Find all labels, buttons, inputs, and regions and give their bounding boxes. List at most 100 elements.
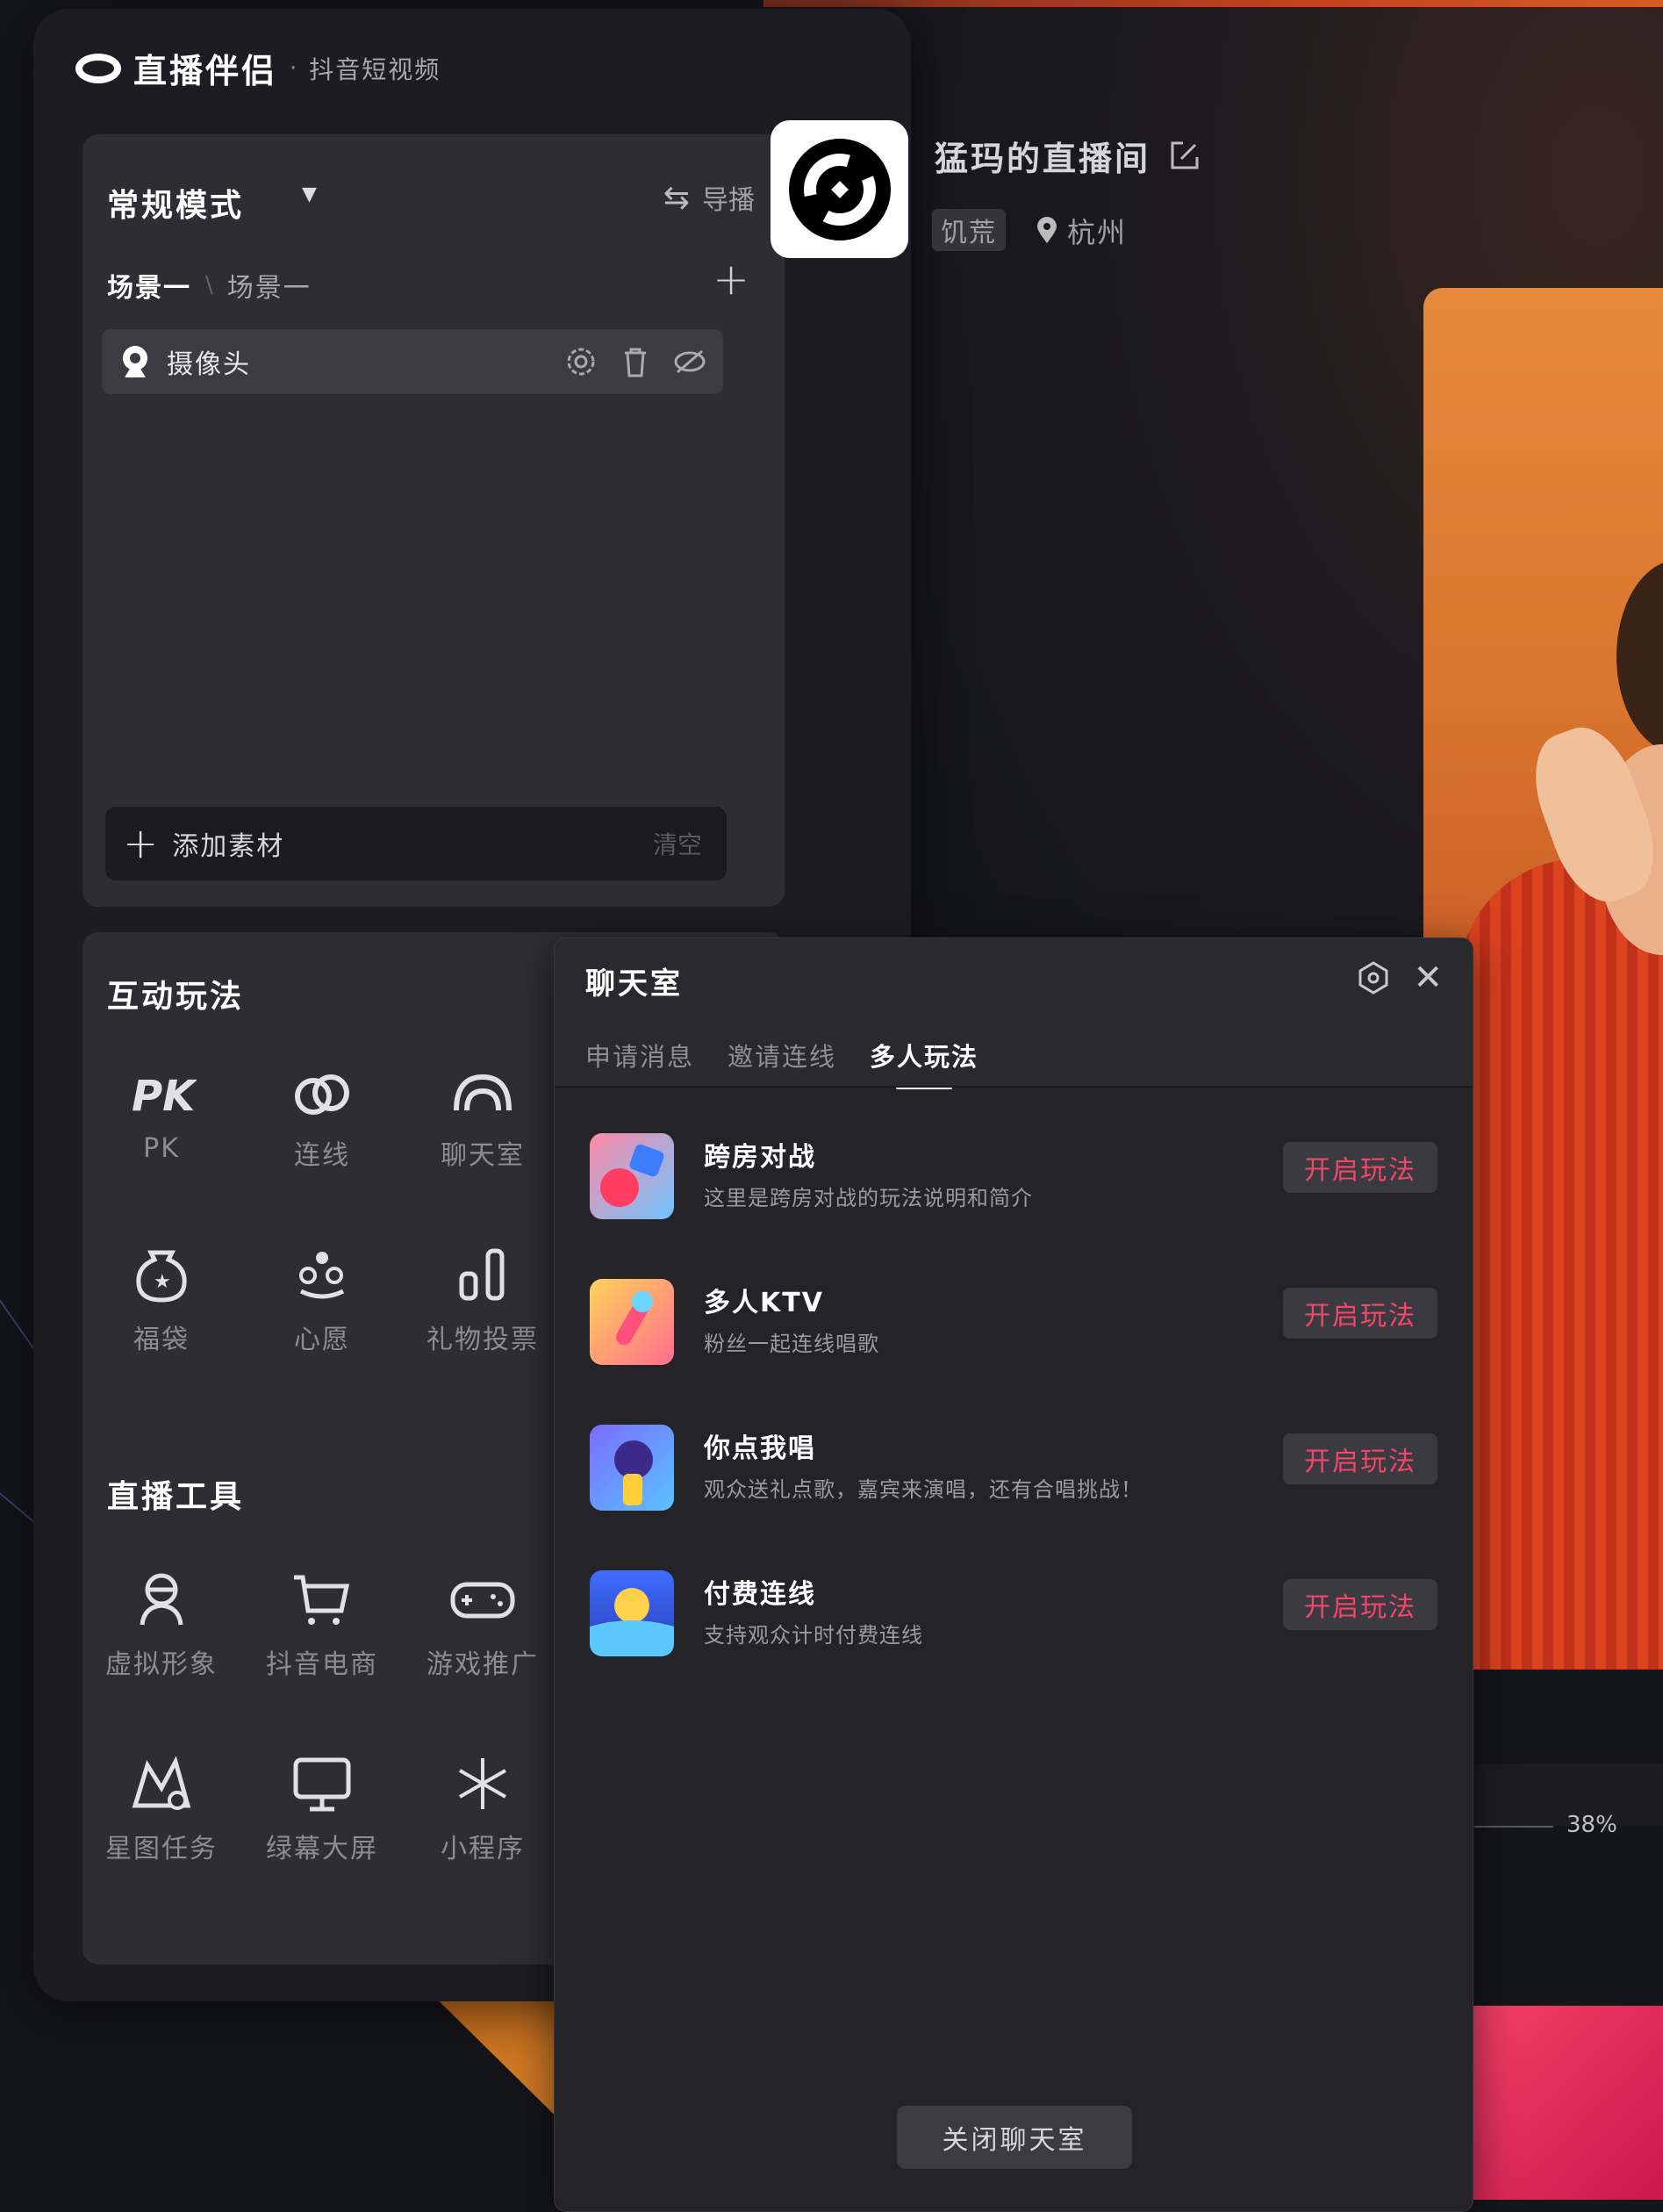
app-separator: ·	[290, 54, 297, 82]
tool-label: 礼物投票	[427, 1325, 539, 1355]
start-game-button[interactable]: 开启玩法	[1283, 1288, 1437, 1339]
volume-slider[interactable]	[1474, 1826, 1553, 1828]
game-name: 跨房对战	[704, 1142, 816, 1173]
source-item-camera[interactable]: 摄像头	[102, 329, 723, 394]
tool-wish[interactable]: 心愿	[243, 1244, 401, 1356]
tool-ecommerce[interactable]: 抖音电商	[243, 1569, 401, 1681]
trash-icon[interactable]	[618, 344, 653, 379]
preview-toolbar	[1457, 1764, 1663, 1826]
tool-link[interactable]: 连线	[243, 1068, 401, 1172]
tab-requests[interactable]: 申请消息	[585, 1037, 694, 1074]
room-location: 杭州	[1036, 211, 1127, 251]
scene-panel: 常规模式 ▼ ⇆ 导播 场景一 \ 场景一 + 摄像头 + 添加素材 清空	[82, 134, 785, 907]
tool-label: 福袋	[133, 1325, 190, 1355]
song-request-icon	[590, 1425, 674, 1511]
game-name: 多人KTV	[704, 1288, 824, 1318]
star-map-icon	[132, 1756, 191, 1810]
source-actions	[563, 344, 707, 379]
chat-room-tabs: 申请消息 邀请连线 多人玩法	[585, 1037, 978, 1089]
tool-label: 虚拟形象	[105, 1649, 218, 1680]
tool-label: 绿幕大屏	[266, 1834, 378, 1864]
app-header: 直播伴侣 · 抖音短视频	[75, 44, 441, 92]
lucky-bag-icon: ★	[136, 1250, 187, 1303]
tool-label: 游戏推广	[427, 1649, 539, 1680]
game-desc: 观众送礼点歌，嘉宾来演唱，还有合唱挑战！	[704, 1477, 1143, 1502]
app-logo-icon	[75, 53, 121, 83]
tool-pk[interactable]: PK PK	[82, 1068, 240, 1164]
tool-label: PK	[143, 1133, 180, 1164]
app-platform: 抖音短视频	[309, 54, 441, 84]
monitor-icon	[293, 1757, 351, 1812]
tool-gift-vote[interactable]: 礼物投票	[404, 1244, 562, 1356]
chat-room-panel: 聊天室 ✕ 申请消息 邀请连线 多人玩法 跨房对战 这里是跨房对战的玩法说明和简…	[554, 937, 1473, 2212]
tool-label: 连线	[294, 1140, 350, 1171]
start-game-button[interactable]: 开启玩法	[1283, 1433, 1437, 1484]
game-item: 付费连线 支持观众计时付费连线 开启玩法	[590, 1570, 1437, 1667]
game-desc: 粉丝一起连线唱歌	[704, 1332, 879, 1356]
tool-label: 小程序	[441, 1834, 525, 1864]
chat-room-title: 聊天室	[585, 966, 683, 1002]
tab-invite[interactable]: 邀请连线	[728, 1037, 836, 1074]
tool-lucky-bag[interactable]: ★ 福袋	[82, 1244, 240, 1356]
cross-room-battle-icon	[590, 1133, 674, 1219]
settings-icon[interactable]	[1355, 959, 1392, 996]
wish-icon	[299, 1252, 345, 1299]
close-chat-room-button[interactable]: 关闭聊天室	[897, 2106, 1132, 2169]
tool-chatroom[interactable]: 聊天室	[404, 1068, 562, 1172]
chatroom-icon	[454, 1074, 512, 1111]
ktv-icon	[590, 1279, 674, 1365]
gamepad-icon	[450, 1582, 515, 1619]
preview-hair	[1616, 560, 1663, 753]
tool-mini-program[interactable]: 小程序	[404, 1753, 562, 1865]
tool-game-promo[interactable]: 游戏推广	[404, 1569, 562, 1681]
tool-green-screen[interactable]: 绿幕大屏	[243, 1753, 401, 1865]
divider	[555, 1086, 1473, 1088]
tools-section-title: 直播工具	[107, 1479, 245, 1515]
tool-label: 聊天室	[441, 1140, 525, 1171]
svg-text:PK: PK	[132, 1072, 197, 1121]
location-pin-icon	[1037, 217, 1057, 243]
gift-vote-icon	[459, 1248, 505, 1301]
room-category-tag[interactable]: 饥荒	[932, 209, 1006, 251]
game-desc: 这里是跨房对战的玩法说明和简介	[704, 1186, 1033, 1210]
tool-label: 心愿	[294, 1325, 350, 1355]
hide-eye-icon[interactable]	[672, 344, 707, 379]
guide-button[interactable]: ⇆ 导播	[663, 178, 755, 217]
chat-room-header: 聊天室 ✕ 申请消息 邀请连线 多人玩法	[555, 938, 1473, 1089]
edit-icon[interactable]	[1165, 136, 1204, 175]
volume-percent: 38%	[1566, 1812, 1617, 1838]
pk-icon: PK	[132, 1072, 197, 1121]
interactive-section-title: 互动玩法	[107, 979, 245, 1015]
game-name: 付费连线	[704, 1579, 816, 1610]
tool-avatar[interactable]: 虚拟形象	[82, 1569, 240, 1681]
breadcrumb-separator: \	[205, 272, 213, 298]
caret-down-icon[interactable]: ▼	[302, 183, 317, 205]
plus-icon: +	[123, 819, 159, 868]
clear-button[interactable]: 清空	[653, 826, 702, 861]
tab-multiplayer[interactable]: 多人玩法	[870, 1037, 978, 1089]
scene-tab[interactable]: 场景一	[227, 266, 312, 305]
add-material-button[interactable]: + 添加素材 清空	[105, 807, 727, 880]
add-scene-icon[interactable]: +	[713, 254, 749, 305]
tool-label: 抖音电商	[266, 1649, 378, 1680]
svg-text:★: ★	[154, 1271, 171, 1293]
game-item: 跨房对战 这里是跨房对战的玩法说明和简介 开启玩法	[590, 1133, 1437, 1230]
mode-dropdown[interactable]: 常规模式	[107, 180, 244, 226]
add-material-label: 添加素材	[172, 831, 285, 862]
cart-icon	[294, 1575, 350, 1625]
switch-icon: ⇆	[663, 179, 690, 216]
background-stripe	[763, 0, 1663, 7]
app-name: 直播伴侣	[133, 52, 278, 90]
room-name: 猛玛的直播间	[935, 140, 1151, 178]
close-icon[interactable]: ✕	[1413, 958, 1443, 998]
source-label: 摄像头	[167, 349, 251, 380]
room-avatar[interactable]	[771, 120, 908, 258]
tool-star-map[interactable]: 星图任务	[82, 1753, 240, 1865]
preview-sweater	[1459, 858, 1663, 1670]
scene-tab-active[interactable]: 场景一	[107, 266, 191, 305]
game-item: 你点我唱 观众送礼点歌，嘉宾来演唱，还有合唱挑战！ 开启玩法	[590, 1425, 1437, 1521]
start-game-button[interactable]: 开启玩法	[1283, 1142, 1437, 1193]
start-game-button[interactable]: 开启玩法	[1283, 1579, 1437, 1630]
link-icon	[295, 1074, 349, 1115]
settings-icon[interactable]	[563, 344, 599, 379]
